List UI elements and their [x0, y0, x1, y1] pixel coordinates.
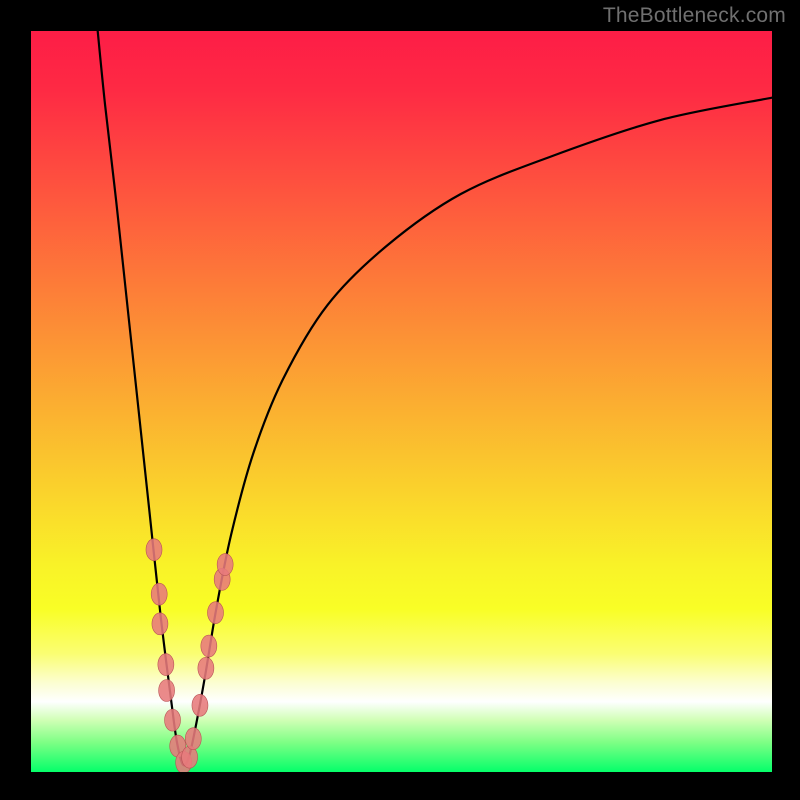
data-bead	[192, 694, 208, 716]
bottleneck-curve	[98, 31, 772, 765]
outer-frame: TheBottleneck.com	[0, 0, 800, 800]
data-bead	[151, 583, 167, 605]
chart-svg	[31, 31, 772, 772]
data-bead	[217, 554, 233, 576]
data-bead	[198, 657, 214, 679]
plot-area	[31, 31, 772, 772]
data-bead	[208, 602, 224, 624]
watermark-text: TheBottleneck.com	[603, 4, 786, 28]
data-bead	[185, 728, 201, 750]
data-bead	[201, 635, 217, 657]
data-bead	[165, 709, 181, 731]
data-bead	[159, 679, 175, 701]
data-bead	[158, 654, 174, 676]
data-bead	[152, 613, 168, 635]
data-bead	[146, 539, 162, 561]
